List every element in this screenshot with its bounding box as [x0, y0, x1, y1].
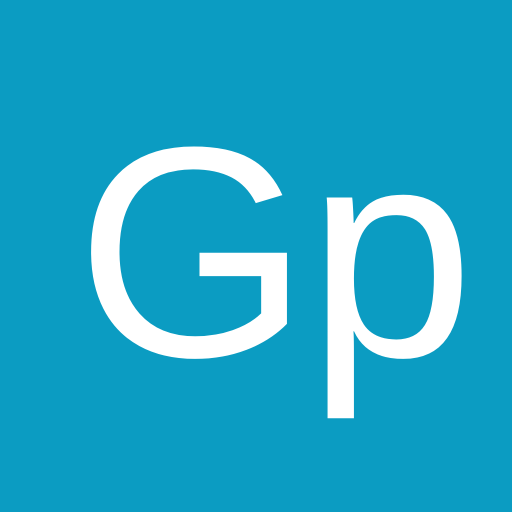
app-icon-glyph: Gp [76, 84, 474, 422]
app-icon-monogram: Gp [76, 84, 472, 422]
app-icon[interactable]: Gp [0, 0, 512, 512]
